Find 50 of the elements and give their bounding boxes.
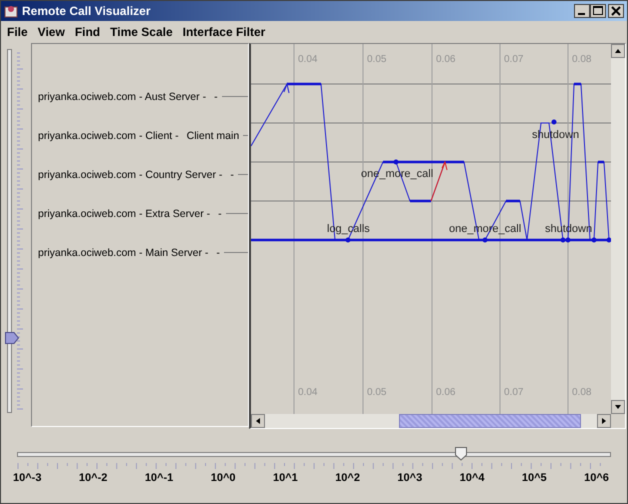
time-tick-label: 0.04 xyxy=(298,54,318,65)
lane-method: - xyxy=(230,168,234,180)
lane-method: - xyxy=(214,90,218,102)
scale-label: 10^-1 xyxy=(144,472,174,484)
time-tick-label: 0.07 xyxy=(504,54,524,65)
time-tick-label: 0.04 xyxy=(298,387,318,398)
scale-label: 10^4 xyxy=(460,472,484,484)
slider-thumb[interactable] xyxy=(454,447,468,461)
time-scale-slider[interactable] xyxy=(17,447,611,461)
app-icon xyxy=(4,4,18,18)
lane-label: priyanka.ociweb.com - Main Server - xyxy=(37,246,208,258)
scale-label: 10^1 xyxy=(272,472,298,484)
scroll-up-icon[interactable] xyxy=(611,44,625,58)
time-tick-label: 0.06 xyxy=(436,387,456,398)
lane-label: priyanka.ociweb.com - Aust Server - xyxy=(37,90,206,102)
lane-method: Client main xyxy=(186,130,240,142)
scroll-left-icon[interactable] xyxy=(251,414,265,428)
lane-label: priyanka.ociweb.com - Country Server - xyxy=(37,168,222,180)
minimize-icon[interactable] xyxy=(574,4,590,18)
time-tick-label: 0.08 xyxy=(572,387,592,398)
horizontal-scrollbar[interactable] xyxy=(251,414,611,428)
scale-label: 10^3 xyxy=(397,472,422,484)
window-title: Remote Call Visualizer xyxy=(22,4,150,18)
slider-thumb[interactable] xyxy=(5,330,19,345)
menu-item[interactable]: Find xyxy=(74,25,100,39)
scale-label: 10^5 xyxy=(522,472,547,484)
menu-item[interactable]: File xyxy=(7,25,28,39)
vertical-scrollbar[interactable] xyxy=(611,44,625,414)
scale-label: 10^6 xyxy=(584,472,609,484)
lane-method: - xyxy=(216,246,220,258)
lane-label: priyanka.ociweb.com - Client - xyxy=(37,130,179,142)
menu-item[interactable]: View xyxy=(38,25,65,39)
scale-label: 10^-3 xyxy=(13,472,42,484)
time-tick-label: 0.06 xyxy=(436,54,456,65)
scale-label: 10^-2 xyxy=(78,472,108,484)
scale-label: 10^0 xyxy=(210,472,236,484)
scroll-down-icon[interactable] xyxy=(611,400,625,414)
scale-label: 10^2 xyxy=(335,472,360,484)
lane-label: priyanka.ociweb.com - Extra Server - xyxy=(37,208,210,220)
maximize-icon[interactable] xyxy=(590,4,606,18)
time-tick-label: 0.08 xyxy=(572,54,592,65)
time-tick-label: 0.05 xyxy=(367,387,386,398)
close-icon[interactable] xyxy=(608,4,624,18)
lane-method: - xyxy=(218,208,222,220)
menu-item[interactable]: Time Scale xyxy=(110,25,173,39)
scroll-thumb[interactable] xyxy=(399,414,581,428)
time-tick-label: 0.07 xyxy=(504,387,524,398)
menu-item[interactable]: Interface Filter xyxy=(182,25,266,39)
scroll-right-icon[interactable] xyxy=(597,414,611,428)
time-tick-label: 0.05 xyxy=(367,54,386,65)
